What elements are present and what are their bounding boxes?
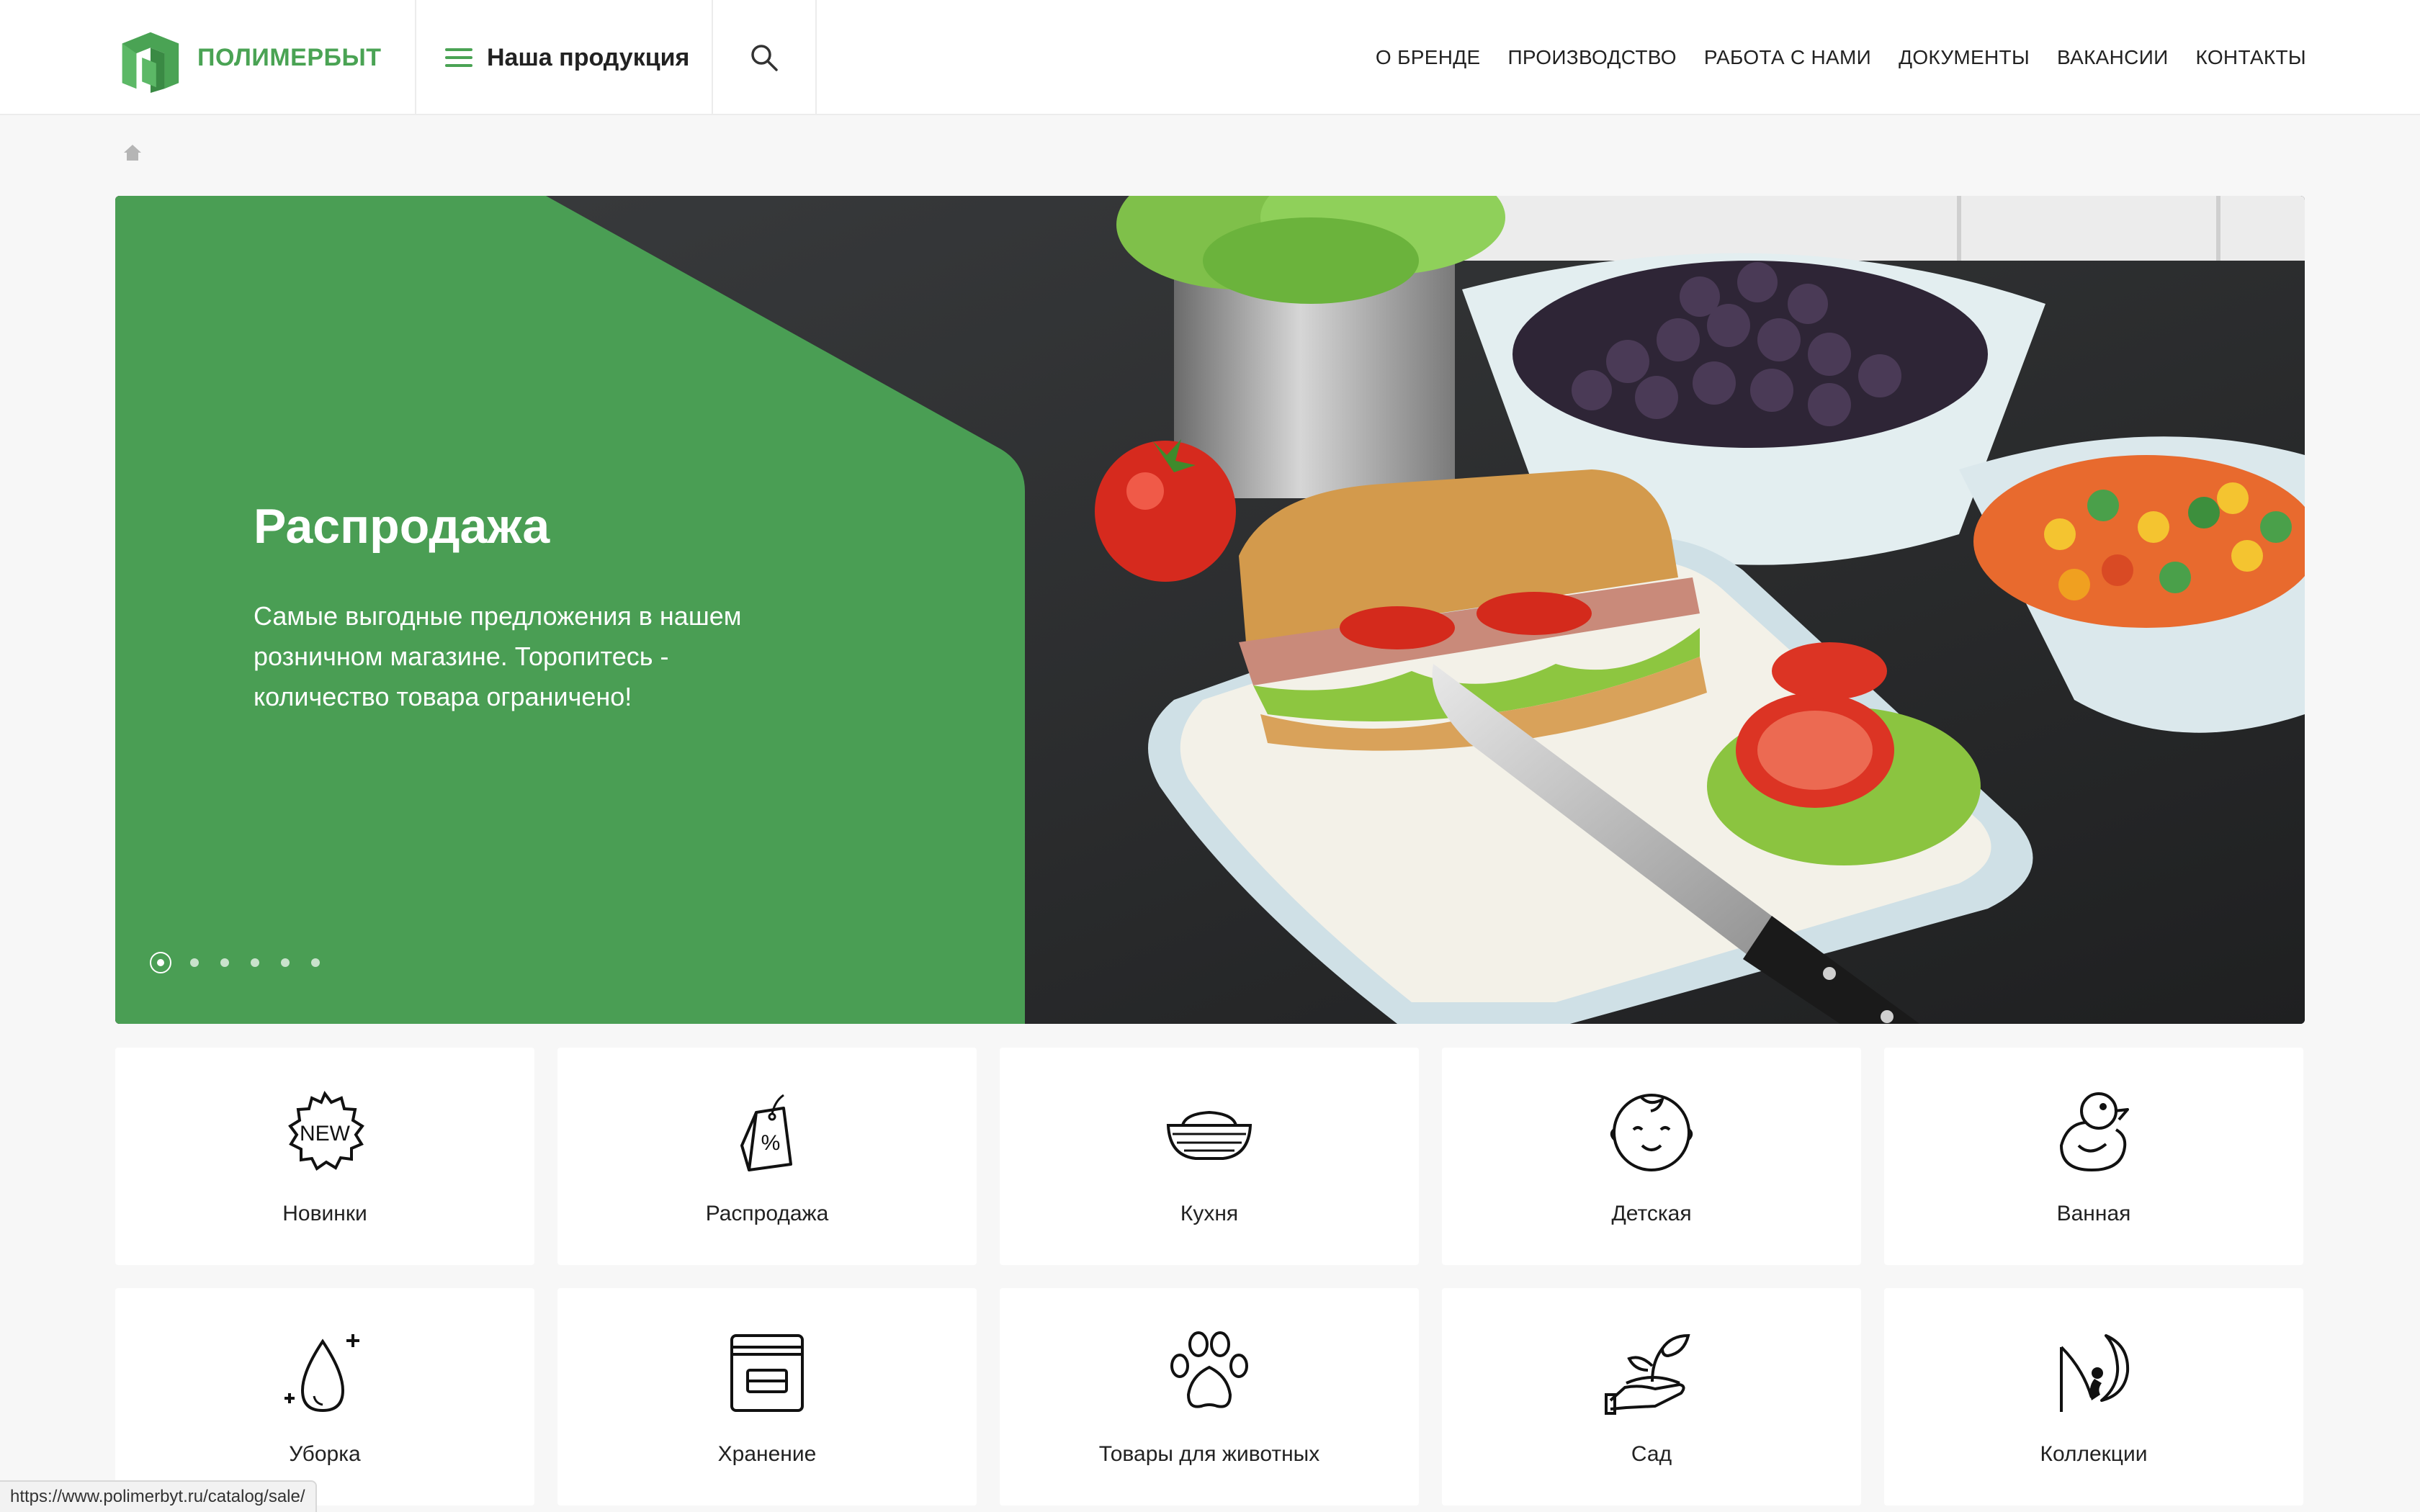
moon-collection-icon (2047, 1326, 2141, 1419)
category-card-sale[interactable]: % Распродажа (557, 1048, 977, 1265)
nav-production[interactable]: ПРОИЗВОДСТВО (1507, 46, 1676, 69)
category-card-garden[interactable]: Сад (1442, 1288, 1861, 1506)
brand-logo[interactable]: ПОЛИМЕРБЫТ (114, 20, 382, 95)
kitchen-bowl-icon (1162, 1085, 1256, 1179)
category-card-cleaning[interactable]: Уборка (115, 1288, 534, 1506)
nav-contacts[interactable]: КОНТАКТЫ (2196, 46, 2306, 69)
site-header: ПОЛИМЕРБЫТ Наша продукция О БРЕНДЕ ПРОИЗ… (0, 0, 2420, 115)
category-card-collections[interactable]: Коллекции (1884, 1288, 2303, 1506)
nav-about-brand[interactable]: О БРЕНДЕ (1376, 46, 1481, 69)
hero-title: Распродажа (254, 499, 550, 554)
breadcrumb-home-icon[interactable] (122, 143, 143, 163)
new-badge-icon: NEW (278, 1085, 372, 1179)
burger-menu-icon (445, 48, 472, 67)
category-card-pets[interactable]: Товары для животных (1000, 1288, 1419, 1506)
slider-dot[interactable] (220, 958, 229, 967)
slider-dot[interactable] (190, 958, 199, 967)
slider-pagination (150, 952, 341, 973)
hero-description: Самые выгодные предложения в нашем розни… (254, 601, 742, 711)
category-grid: NEW Новинки % Распродажа Кухня Детская В… (115, 1048, 2305, 1506)
baby-face-icon (1605, 1085, 1698, 1179)
category-label: Детская (1611, 1202, 1692, 1225)
category-label: Уборка (289, 1442, 361, 1466)
category-label: Кухня (1180, 1202, 1239, 1225)
nav-partnership[interactable]: РАБОТА С НАМИ (1704, 46, 1871, 69)
category-card-kids[interactable]: Детская (1442, 1048, 1861, 1265)
nav-documents[interactable]: ДОКУМЕНТЫ (1899, 46, 2030, 69)
category-label: Коллекции (2040, 1442, 2148, 1466)
search-icon (751, 45, 778, 71)
category-label: Сад (1631, 1442, 1672, 1466)
plant-hand-icon (1605, 1326, 1698, 1419)
hero-slider[interactable]: Распродажа Самые выгодные предложения в … (115, 196, 2305, 1024)
status-bar-url: https://www.polimerbyt.ru/catalog/sale/ (0, 1480, 317, 1512)
category-card-kitchen[interactable]: Кухня (1000, 1048, 1419, 1265)
logo-mark-icon (122, 32, 179, 93)
category-label: Товары для животных (1098, 1442, 1320, 1466)
slider-dot[interactable] (251, 958, 259, 967)
storage-box-icon (720, 1326, 814, 1419)
rubber-duck-icon (2047, 1085, 2141, 1179)
main-nav: О БРЕНДЕ ПРОИЗВОДСТВО РАБОТА С НАМИ ДОКУ… (1348, 0, 2306, 115)
svg-text:NEW: NEW (300, 1122, 351, 1146)
category-label: Новинки (282, 1202, 367, 1225)
category-card-storage[interactable]: Хранение (557, 1288, 977, 1506)
products-menu-button[interactable]: Наша продукция (445, 0, 689, 115)
water-drop-icon (278, 1326, 372, 1419)
sale-tag-icon: % (720, 1085, 814, 1179)
category-label: Ванная (2056, 1202, 2131, 1225)
brand-name: ПОЛИМЕРБЫТ (197, 43, 382, 71)
nav-vacancies[interactable]: ВАКАНСИИ (2057, 46, 2169, 69)
products-menu-label: Наша продукция (487, 43, 690, 71)
category-label: Распродажа (705, 1202, 829, 1225)
slider-dot[interactable] (311, 958, 320, 967)
slider-dot-active[interactable] (150, 952, 171, 973)
search-button[interactable] (713, 0, 815, 115)
paw-icon (1162, 1326, 1256, 1419)
header-divider (815, 0, 817, 115)
slider-dot[interactable] (281, 958, 290, 967)
header-divider (415, 0, 416, 115)
category-card-bathroom[interactable]: Ванная (1884, 1048, 2303, 1265)
category-label: Хранение (717, 1442, 817, 1466)
svg-text:%: % (761, 1131, 781, 1155)
category-card-new[interactable]: NEW Новинки (115, 1048, 534, 1265)
